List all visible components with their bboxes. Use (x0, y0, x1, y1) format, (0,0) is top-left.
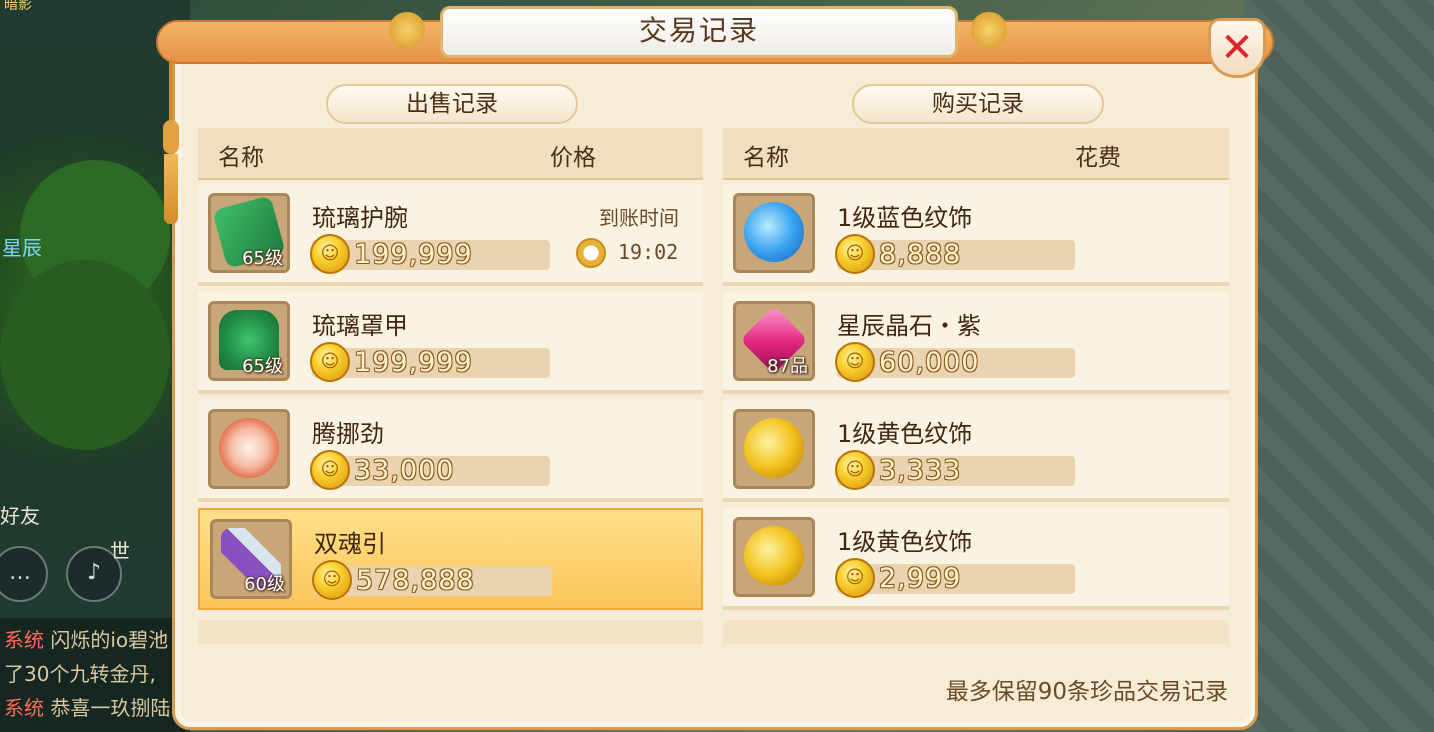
arrival-time: 19:02 (618, 240, 679, 264)
corner-label: 暗影 (4, 0, 32, 13)
item-slot (733, 193, 815, 273)
blue-gem-icon (744, 202, 804, 262)
sell-row-selected[interactable]: 60级 双魂引 ☺ 578,888 (198, 508, 703, 610)
footer-note: 最多保留90条珍品交易记录 (945, 679, 1228, 705)
item-name: 琉璃罩甲 (312, 312, 408, 340)
sell-row-partial (198, 620, 703, 644)
chat-line: 了30个九转金丹, (4, 662, 156, 686)
price-bar: ☺ 60,000 (835, 342, 1075, 382)
item-cost: 8,888 (879, 239, 962, 270)
gold-coin-icon: ☺ (310, 234, 350, 274)
buy-table-header: 名称 花费 (723, 128, 1229, 180)
buy-row[interactable]: 1级蓝色纹饰 ☺ 8,888 (723, 184, 1229, 286)
world-channel-label[interactable]: 世 (110, 535, 130, 564)
close-button[interactable]: ✕ (1208, 18, 1266, 78)
item-price: 578,888 (356, 565, 475, 596)
item-name: 1级蓝色纹饰 (837, 204, 973, 232)
buy-row[interactable]: 1级黄色纹饰 ☺ 3,333 (723, 400, 1229, 502)
sell-table-header: 名称 价格 (198, 128, 703, 180)
item-slot: 60级 (210, 519, 292, 599)
buy-records-header: 购买记录 (852, 84, 1104, 124)
item-name: 腾挪劲 (312, 420, 384, 448)
arrival-time-label: 到账时间 (599, 206, 679, 230)
sell-row[interactable]: 65级 琉璃罩甲 ☺ 199,999 (198, 292, 703, 394)
item-slot: 65级 (208, 193, 290, 273)
chat-line: 系统 闪烁的io碧池 (4, 628, 169, 652)
item-slot: 87品 (733, 301, 815, 381)
item-name: 双魂引 (314, 530, 386, 558)
gold-coin-icon: ☺ (835, 234, 875, 274)
background-scene-right (1244, 0, 1434, 732)
item-slot: 65级 (208, 301, 290, 381)
title-ornament-icon (954, 12, 1024, 48)
chat-log: 系统 闪烁的io碧池 了30个九转金丹, 系统 恭喜一玖捌陆 (0, 618, 185, 732)
item-cost: 3,333 (879, 455, 962, 486)
gold-gem-icon (744, 418, 804, 478)
item-slot (733, 517, 815, 597)
gold-coin-icon: ☺ (835, 558, 875, 598)
gold-coin-icon: ☺ (835, 342, 875, 382)
item-price: 33,000 (354, 455, 455, 486)
item-name: 1级黄色纹饰 (837, 420, 973, 448)
item-cost: 2,999 (879, 563, 962, 594)
item-name: 1级黄色纹饰 (837, 528, 973, 556)
item-cost: 60,000 (879, 347, 980, 378)
background-tree (0, 260, 170, 450)
tassel-ornament-icon (160, 60, 182, 230)
item-name: 星辰晶石・紫 (837, 312, 981, 340)
price-bar: ☺ 33,000 (310, 450, 550, 490)
buy-row[interactable]: 87品 星辰晶石・紫 ☺ 60,000 (723, 292, 1229, 394)
sell-col-name: 名称 (218, 145, 264, 171)
player-label: 星辰 (2, 236, 42, 260)
sell-row[interactable]: 65级 琉璃护腕 到账时间 ☺ 199,999 19:02 (198, 184, 703, 286)
buy-col-name: 名称 (743, 145, 789, 171)
price-bar: ☺ 2,999 (835, 558, 1075, 598)
close-icon: ✕ (1220, 25, 1254, 71)
sell-col-price: 价格 (550, 145, 596, 171)
page-title: 交易记录 (440, 6, 958, 58)
price-bar: ☺ 8,888 (835, 234, 1075, 274)
title-ornament-icon (372, 12, 442, 48)
gold-coin-icon: ☺ (835, 450, 875, 490)
stopwatch-icon (576, 238, 606, 268)
skill-orb-icon (219, 418, 279, 478)
price-bar: ☺ 3,333 (835, 450, 1075, 490)
buy-col-cost: 花费 (1075, 145, 1121, 171)
item-slot (208, 409, 290, 489)
gold-coin-icon: ☺ (310, 342, 350, 382)
item-price: 199,999 (354, 239, 473, 270)
item-slot (733, 409, 815, 489)
friend-label: 好友 (0, 504, 40, 528)
price-bar: ☺ 199,999 (310, 234, 550, 274)
gold-coin-icon: ☺ (312, 560, 352, 600)
chat-line: 系统 恭喜一玖捌陆 (4, 696, 171, 720)
gold-coin-icon: ☺ (310, 450, 350, 490)
price-bar: ☺ 199,999 (310, 342, 550, 382)
buy-row[interactable]: 1级黄色纹饰 ☺ 2,999 (723, 508, 1229, 610)
price-bar: ☺ 578,888 (312, 560, 552, 600)
gold-gem-icon (744, 526, 804, 586)
buy-row-partial (723, 620, 1229, 644)
sell-records-header: 出售记录 (326, 84, 578, 124)
sell-row[interactable]: 腾挪劲 ☺ 33,000 (198, 400, 703, 502)
item-name: 琉璃护腕 (312, 204, 408, 232)
item-price: 199,999 (354, 347, 473, 378)
